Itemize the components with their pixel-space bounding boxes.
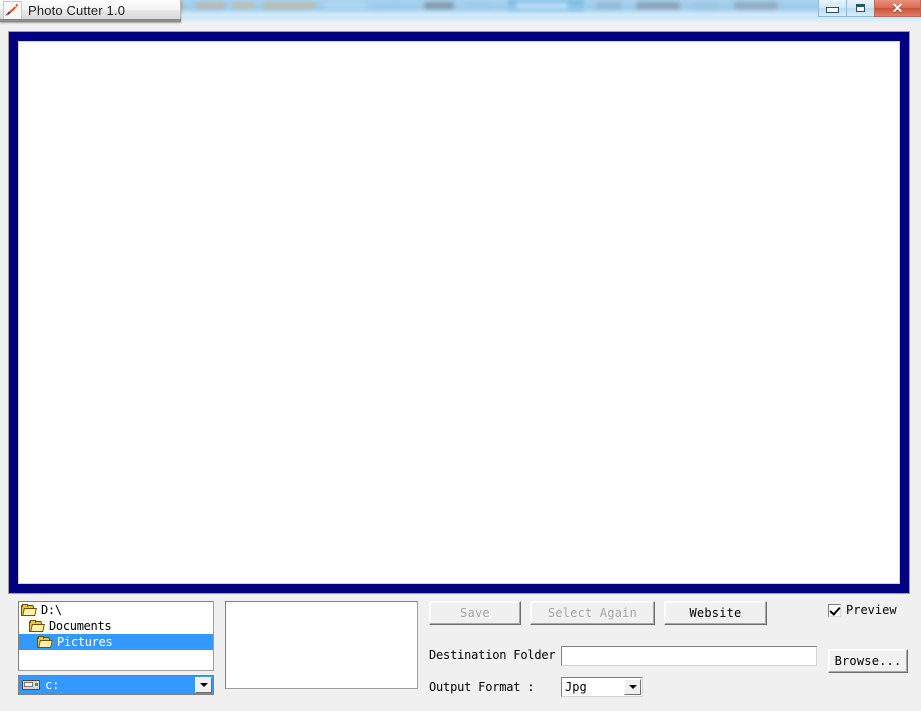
minimize-button[interactable]	[818, 0, 847, 17]
check-icon	[829, 603, 841, 616]
rocket-icon	[3, 1, 22, 20]
output-format-label: Output Format :	[429, 680, 535, 694]
output-format-select[interactable]: Jpg	[561, 677, 643, 697]
chevron-down-icon	[199, 683, 208, 687]
website-button[interactable]: Website	[664, 601, 767, 625]
drive-select-value: c:	[45, 678, 60, 692]
folder-tree[interactable]: D:\ Documents Pictures	[18, 601, 214, 671]
file-list[interactable]	[225, 601, 418, 689]
drive-select[interactable]: c:	[18, 675, 214, 695]
window-title: Photo Cutter 1.0	[28, 3, 126, 18]
tree-item-label: D:\	[41, 603, 62, 617]
preview-checkbox-box[interactable]	[828, 603, 841, 617]
folder-open-icon	[37, 635, 53, 649]
chevron-down-icon	[628, 685, 637, 689]
minimize-icon	[826, 7, 839, 13]
folder-open-icon	[29, 619, 45, 633]
drive-icon	[22, 679, 40, 691]
maximize-button[interactable]	[846, 0, 875, 17]
close-button[interactable]: ✕	[874, 0, 921, 17]
drive-select-dropdown-button[interactable]	[195, 677, 212, 693]
application-window: ✕ Photo Cutter 1.0 D:\ Documents Picture…	[0, 0, 921, 711]
image-preview-canvas[interactable]	[18, 41, 900, 584]
destination-folder-input[interactable]	[561, 646, 817, 666]
window-controls: ✕	[818, 0, 921, 17]
save-button-label: Save	[460, 606, 490, 620]
tree-item-pictures[interactable]: Pictures	[19, 634, 213, 650]
tree-item-label: Documents	[49, 619, 112, 633]
output-format-dropdown-button[interactable]	[624, 679, 641, 695]
image-preview-frame	[8, 31, 910, 594]
title-bar-shadow	[0, 19, 181, 23]
folder-open-icon	[21, 603, 37, 617]
close-icon: ✕	[891, 0, 904, 16]
drive-select-value-area[interactable]: c:	[19, 676, 195, 694]
destination-folder-label: Destination Folder :	[429, 648, 570, 662]
preview-checkbox-label: Preview	[846, 603, 897, 617]
tree-item-label: Pictures	[57, 635, 113, 649]
select-again-button[interactable]: Select Again	[530, 601, 655, 625]
select-again-button-label: Select Again	[547, 606, 638, 620]
tree-item-documents[interactable]: Documents	[19, 618, 213, 634]
output-format-value: Jpg	[565, 680, 587, 694]
save-button[interactable]: Save	[429, 601, 521, 625]
maximize-icon	[856, 4, 865, 12]
website-button-label: Website	[689, 606, 742, 620]
browse-button[interactable]: Browse...	[828, 649, 908, 673]
tree-item-root[interactable]: D:\	[19, 602, 213, 618]
browse-button-label: Browse...	[834, 654, 902, 668]
preview-checkbox[interactable]: Preview	[828, 603, 897, 617]
